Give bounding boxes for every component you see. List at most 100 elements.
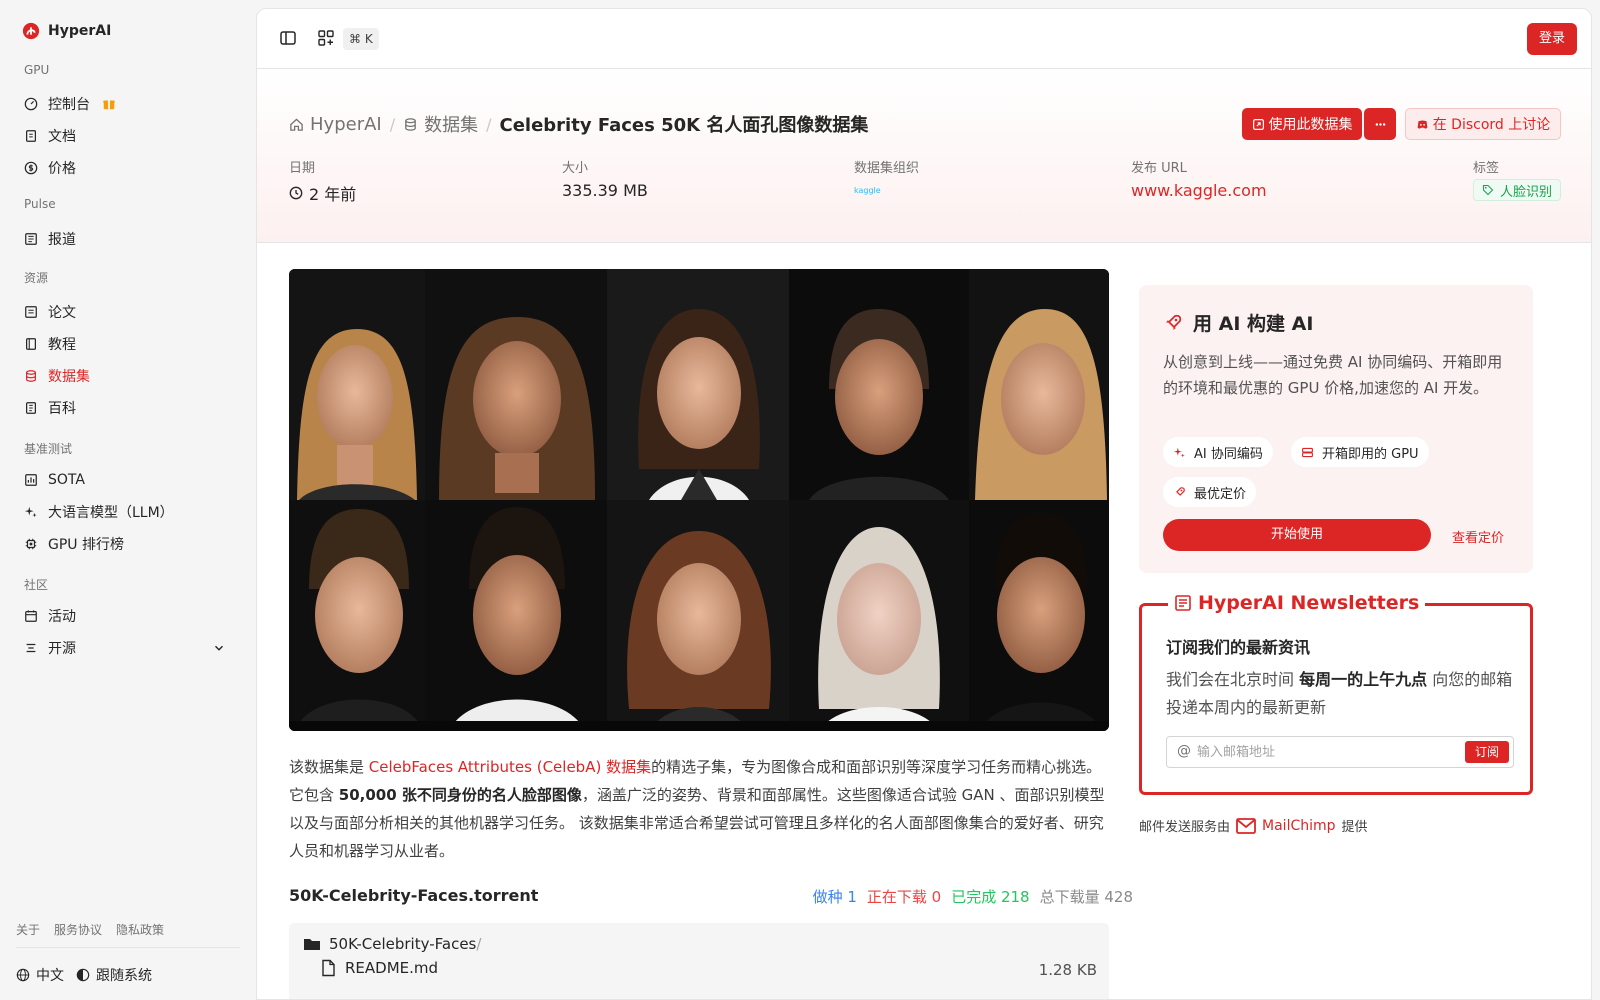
sidebar-item-events[interactable]: 活动: [16, 601, 240, 631]
use-dataset-button[interactable]: 使用此数据集: [1242, 108, 1362, 140]
main-panel: ⌘ K 登录 HyperAI / 数据集 / Celebrity Faces 5…: [256, 8, 1592, 1000]
url-label: 发布 URL: [1131, 161, 1187, 176]
tag-icon: [1482, 184, 1494, 196]
downloading-count: 正在下载 0: [866, 888, 942, 906]
more-options-button[interactable]: [1364, 108, 1396, 140]
sidebar-item-label: SOTA: [48, 472, 85, 488]
date-label: 日期: [289, 161, 316, 176]
sidebar-item-tutorials[interactable]: 教程: [16, 329, 240, 359]
footer-link-privacy[interactable]: 隐私政策: [116, 921, 164, 938]
footer-link-about[interactable]: 关于: [16, 921, 40, 938]
at-icon: @: [1177, 743, 1191, 759]
newsletter-text-part: 我们会在北京时间: [1166, 670, 1300, 689]
nav-group-title-pulse: Pulse: [24, 197, 56, 211]
folder-row[interactable]: 50K-Celebrity-Faces /: [303, 935, 481, 953]
celeba-link[interactable]: CelebFaces Attributes (CelebA) 数据集: [369, 758, 651, 776]
tag-face-recognition[interactable]: 人脸识别: [1473, 179, 1562, 201]
apps-grid-icon[interactable]: [317, 29, 335, 47]
view-pricing-link[interactable]: 查看定价: [1452, 527, 1504, 546]
sidebar-item-news[interactable]: 报道: [16, 224, 240, 254]
home-icon: [290, 117, 303, 131]
sidebar-item-label: GPU 排行榜: [48, 537, 124, 553]
promo-title: 用 AI 构建 AI: [1163, 309, 1313, 336]
seed-count: 做种 1: [812, 888, 857, 906]
size-value: 335.39 MB: [562, 181, 648, 200]
login-button[interactable]: 登录: [1527, 23, 1577, 55]
dataset-url-link[interactable]: www.kaggle.com: [1131, 181, 1267, 200]
sidebar-item-gpu-leaderboard[interactable]: GPU 排行榜: [16, 529, 240, 559]
chip-pricing[interactable]: 最优定价: [1163, 477, 1257, 507]
command-shortcut[interactable]: ⌘ K: [343, 28, 379, 50]
sidebar-item-label: 教程: [48, 337, 76, 353]
mailchimp-credit: 邮件发送服务由 MailChimp 提供: [1139, 816, 1368, 836]
newsletter-heading: 订阅我们的最新资讯: [1166, 638, 1311, 657]
newsletter-title-text: HyperAI Newsletters: [1198, 592, 1420, 614]
mailchimp-link[interactable]: MailChimp: [1236, 818, 1336, 834]
sidebar-item-open-source[interactable]: 开源: [16, 633, 240, 663]
breadcrumb: HyperAI / 数据集 / Celebrity Faces 50K 名人面孔…: [289, 111, 868, 137]
clock-icon: [289, 186, 303, 200]
server-icon: [1302, 447, 1313, 457]
discord-icon: [1417, 119, 1428, 129]
dollar-icon: [24, 161, 38, 175]
globe-icon: [16, 968, 30, 982]
breadcrumb-datasets-label: 数据集: [424, 115, 479, 136]
sidebar-item-pricing[interactable]: 价格: [16, 153, 240, 183]
breadcrumb-home-label: HyperAI: [310, 113, 382, 135]
sidebar-item-label: 论文: [48, 305, 76, 321]
footer-links: 关于 服务协议 隐私政策: [16, 921, 164, 938]
torrent-title: 50K-Celebrity-Faces.torrent: [289, 886, 539, 905]
sidebar-item-console[interactable]: 控制台: [16, 89, 240, 119]
footer-settings: 中文 跟随系统: [16, 965, 152, 985]
theme-label: 跟随系统: [96, 968, 152, 984]
file-row[interactable]: README.md: [319, 959, 438, 977]
folder-separator: /: [476, 935, 482, 953]
footer-divider: [16, 947, 240, 948]
kaggle-logo[interactable]: kaggle: [854, 186, 881, 195]
chip-label: AI 协同编码: [1194, 446, 1263, 462]
dataset-preview-image: [289, 269, 1109, 731]
theme-selector[interactable]: 跟随系统: [76, 965, 152, 985]
book-open-icon: [26, 402, 36, 414]
email-input[interactable]: [1197, 741, 1447, 763]
mailchimp-suffix: 提供: [1341, 820, 1368, 835]
discord-discuss-button[interactable]: 在 Discord 上讨论: [1405, 108, 1561, 140]
newspaper-icon: [1175, 595, 1191, 611]
subscribe-button[interactable]: 订阅: [1465, 741, 1509, 763]
sidebar-item-docs[interactable]: 文档: [16, 121, 240, 151]
org-label: 数据集组织: [854, 161, 920, 176]
sparkles-icon: [1173, 447, 1185, 457]
document-icon: [25, 306, 37, 318]
chip-gpu[interactable]: 开箱即用的 GPU: [1291, 437, 1429, 467]
sidebar-item-label: 文档: [48, 129, 76, 145]
chip-ai-coding[interactable]: AI 协同编码: [1163, 437, 1273, 467]
sidebar-item-llm[interactable]: 大语言模型（LLM）: [16, 497, 240, 527]
folder-icon: [304, 939, 320, 950]
gauge-icon: [24, 97, 38, 111]
sidebar-item-datasets[interactable]: 数据集: [16, 361, 240, 391]
sidebar-item-wiki[interactable]: 百科: [16, 393, 240, 423]
get-started-button[interactable]: 开始使用: [1163, 519, 1431, 551]
face-grid-image: [289, 269, 1109, 731]
promo-card: 用 AI 构建 AI 从创意到上线——通过免费 AI 协同编码、开箱即用的环境和…: [1139, 285, 1533, 573]
breadcrumb-datasets[interactable]: 数据集: [403, 111, 478, 137]
sidebar-item-papers[interactable]: 论文: [16, 297, 240, 327]
brand[interactable]: HyperAI: [22, 22, 111, 40]
sidebar-item-sota[interactable]: SOTA: [16, 465, 240, 495]
footer-link-terms[interactable]: 服务协议: [54, 921, 102, 938]
language-selector[interactable]: 中文: [16, 965, 64, 985]
chevron-down-icon[interactable]: [212, 641, 226, 655]
page-title: Celebrity Faces 50K 名人面孔图像数据集: [499, 115, 869, 136]
sidebar-item-label: 活动: [48, 609, 76, 625]
chip-label: 开箱即用的 GPU: [1322, 446, 1419, 462]
torrent-stats: 做种 1 正在下载 0 已完成 218 总下载量 428: [813, 886, 1133, 907]
sidebar-item-label: 控制台: [48, 97, 90, 113]
tag-label: 人脸识别: [1500, 184, 1553, 200]
tags-label: 标签: [1473, 161, 1500, 176]
breadcrumb-home[interactable]: HyperAI: [289, 114, 382, 135]
breadcrumb-separator: /: [486, 114, 492, 134]
file-tree: 50K-Celebrity-Faces / README.md 1.28 KB: [289, 923, 1109, 999]
nav-group-title-gpu: GPU: [24, 63, 50, 77]
sidebar-toggle-icon[interactable]: [279, 29, 297, 47]
folder-name: 50K-Celebrity-Faces: [329, 935, 477, 953]
